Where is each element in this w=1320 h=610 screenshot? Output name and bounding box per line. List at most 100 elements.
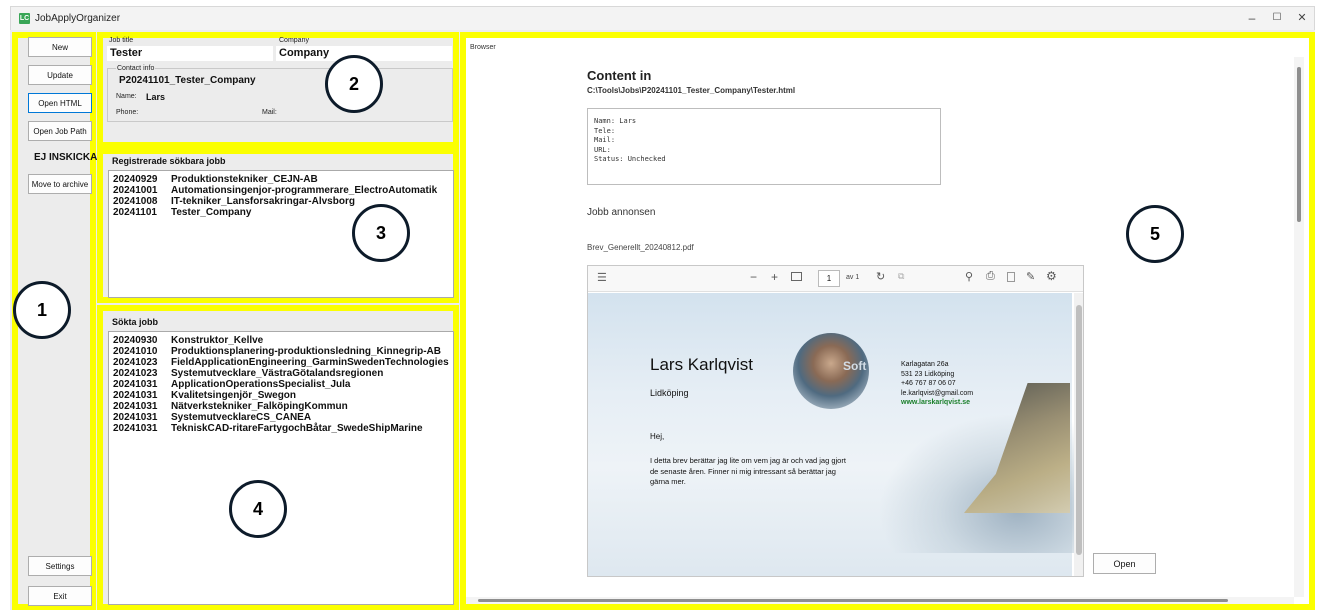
list-item[interactable]: 20241008 IT-tekniker_Lansforsakringar-Alv… (109, 196, 453, 207)
pdf-filename: Brev_Generellt_20240812.pdf (587, 243, 694, 252)
row-date: 20241008 (113, 196, 158, 207)
update-button[interactable]: Update (28, 65, 92, 85)
company-label: Company (279, 37, 309, 44)
list-item[interactable]: 20241031 SystemutvecklareCS_CANEA (109, 412, 453, 423)
row-name: Kvalitetsingenjör_Swegon (171, 390, 297, 401)
page-count: av 1 (846, 274, 860, 281)
info-line: Tele: (594, 126, 616, 135)
list-item[interactable]: 20241010 Produktionsplanering-produktions… (109, 346, 453, 357)
row-date: 20241010 (113, 346, 158, 357)
row-date: 20241023 (113, 368, 158, 379)
settings-button[interactable]: Settings (28, 556, 92, 576)
pdf-toolbar: ☰ − + 1 av 1 ↻ ⧉ ⚲ ⎙ ✎ ⚙ (588, 266, 1083, 292)
open-button[interactable]: Open (1093, 553, 1156, 574)
exit-button[interactable]: Exit (28, 586, 92, 606)
close-button[interactable]: ✕ (1291, 10, 1313, 26)
row-name: FieldApplicationEngineering_GarminSweden… (171, 357, 449, 368)
list-item[interactable]: 20241023 Systemutvecklare_VästraGötalands… (109, 368, 453, 379)
row-date: 20241001 (113, 185, 158, 196)
gear-icon[interactable]: ⚙ (1046, 269, 1057, 283)
row-name: Automationsingenjor-programmerare_Electr… (171, 185, 438, 196)
browser-h-scroll-thumb[interactable] (478, 599, 1228, 602)
callout-3: 3 (352, 204, 410, 262)
info-line: Namn: Lars (594, 117, 637, 125)
row-date: 20241031 (113, 423, 158, 434)
greeting: Hej, (650, 432, 665, 441)
letter-line: gärna mer. (650, 477, 686, 486)
row-date: 20241031 (113, 390, 158, 401)
address-block: Karlagatan 26a 531 23 Lidköping +46 767 … (901, 360, 973, 408)
list-item[interactable]: 20240930 Konstruktor_Kellve (109, 335, 453, 346)
browser-horizontal-scrollbar[interactable] (466, 597, 1294, 604)
letter-line: I detta brev berättar jag lite om vem ja… (650, 456, 846, 465)
address-line: Karlagatan 26a (901, 361, 949, 368)
applied-jobs-list[interactable]: 20240930 Konstruktor_Kellve 20241010 Produ… (108, 331, 454, 605)
info-line: URL: (594, 145, 611, 154)
jobb-heading: Jobb annonsen (587, 207, 656, 218)
applied-jobs-title: Sökta jobb (112, 317, 159, 327)
info-line: Mail: (594, 136, 616, 144)
info-line: Status: Unchecked (594, 155, 666, 163)
open-job-path-button[interactable]: Open Job Path (28, 121, 92, 141)
maximize-button[interactable]: ☐ (1266, 10, 1288, 26)
row-name: Nätverkstekniker_FalköpingKommun (171, 401, 348, 412)
name-label: Name: (116, 93, 137, 100)
pdf-scrollbar[interactable] (1074, 293, 1083, 576)
row-name: TekniskCAD-ritareFartygochBåtar_SwedeShi… (171, 423, 423, 434)
address-line: 531 23 Lidköping (901, 370, 955, 378)
sidebar-toggle-icon[interactable]: ☰ (597, 271, 607, 284)
open-html-button[interactable]: Open HTML (28, 93, 92, 113)
page-number-input[interactable]: 1 (818, 270, 840, 287)
rotate-icon[interactable]: ↻ (876, 270, 885, 283)
row-name: Produktionsplanering-produktionsledning_… (171, 346, 441, 357)
website-link[interactable]: www.larskarlqvist.se (901, 398, 973, 408)
list-item[interactable]: 20241023 FieldApplicationEngineering_Garm… (109, 357, 453, 368)
letter-line: de senaste åren. Finner ni mig intressan… (650, 466, 836, 476)
row-name: IT-tekniker_Lansforsakringar-Alvsborg (171, 196, 355, 207)
pdf-viewer: ☰ − + 1 av 1 ↻ ⧉ ⚲ ⎙ ✎ ⚙ Lars Karlqvist … (587, 265, 1084, 577)
browser-v-scroll-thumb[interactable] (1297, 67, 1301, 222)
move-to-archive-button[interactable]: Move to archive (28, 174, 92, 194)
pdf-scroll-thumb[interactable] (1076, 305, 1082, 555)
list-item[interactable]: 20241001 Automationsingenjor-programmerar… (109, 185, 453, 196)
row-name: ApplicationOperationsSpecialist_Jula (171, 379, 351, 390)
address-line: le.karlqvist@gmail.com (901, 389, 974, 397)
row-date: 20241101 (113, 207, 157, 218)
row-name: Systemutvecklare_VästraGötalandsregionen (171, 368, 384, 379)
search-icon[interactable]: ⚲ (965, 270, 973, 283)
list-item[interactable]: 20241031 Nätverkstekniker_FalköpingKommun (109, 401, 453, 412)
save-icon[interactable] (1007, 272, 1015, 282)
phone-label: Phone: (116, 109, 139, 116)
list-item[interactable]: 20241031 Kvalitetsingenjör_Swegon (109, 390, 453, 401)
info-box: Namn: Lars Tele: Mail: URL: Status: Unch… (587, 108, 941, 185)
zoom-out-icon[interactable]: − (750, 270, 757, 284)
row-name: Produktionstekniker_CEJN-AB (171, 174, 318, 185)
browser-vertical-scrollbar[interactable] (1294, 57, 1304, 597)
print-icon[interactable]: ⎙ (986, 270, 995, 283)
name-value: Lars (146, 92, 166, 102)
minimize-button[interactable]: – (1241, 10, 1263, 26)
title-bar: LC JobApplyOrganizer – ☐ ✕ (10, 6, 1315, 30)
person-name: Lars Karlqvist (650, 355, 753, 374)
app-icon: LC (19, 13, 30, 24)
list-item[interactable]: 20241031 TekniskCAD-ritareFartygochBåtar_… (109, 423, 453, 434)
content-path: C:\Tools\Jobs\P20241101_Tester_Company\T… (587, 86, 796, 95)
callout-5: 5 (1126, 205, 1184, 263)
row-date: 20241023 (113, 357, 158, 368)
edit-icon[interactable]: ✎ (1026, 270, 1035, 283)
job-title-field[interactable]: Tester (107, 46, 273, 61)
content-title: Content in (587, 68, 652, 83)
row-name: Tester_Company (171, 207, 252, 218)
list-item[interactable]: 20241031 ApplicationOperationsSpecialist_… (109, 379, 453, 390)
status-label: EJ INSKICKAD (34, 152, 105, 163)
row-name: Konstruktor_Kellve (171, 335, 264, 346)
letter-body: I detta brev berättar jag lite om vem ja… (650, 456, 846, 488)
list-item[interactable]: 20240929 Produktionstekniker_CEJN-AB (109, 174, 453, 185)
page-view-icon[interactable]: ⧉ (898, 271, 904, 282)
fit-page-icon[interactable] (791, 272, 802, 281)
zoom-in-icon[interactable]: + (771, 270, 778, 284)
avatar: Soft (793, 333, 869, 409)
callout-1: 1 (13, 281, 71, 339)
new-button[interactable]: New (28, 37, 92, 57)
row-date: 20240930 (113, 335, 158, 346)
